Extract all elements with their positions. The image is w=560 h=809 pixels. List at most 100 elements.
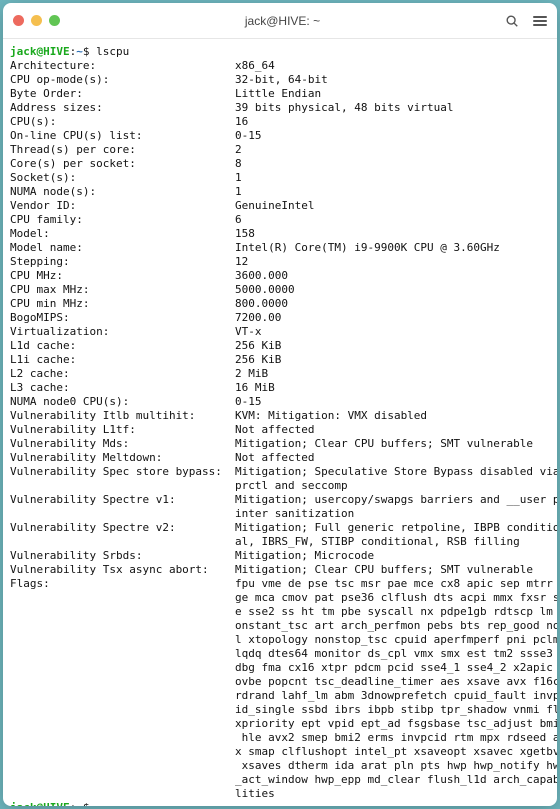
output-label: Byte Order: — [10, 87, 235, 101]
output-line: Vulnerability Tsx async abort:Mitigation… — [10, 563, 550, 577]
output-value: rdrand lahf_lm abm 3dnowprefetch cpuid_f… — [235, 689, 557, 702]
prompt-path: ~ — [76, 45, 83, 58]
output-line: CPU min MHz:800.0000 — [10, 297, 550, 311]
search-icon[interactable] — [505, 14, 519, 28]
output-value: Little Endian — [235, 87, 321, 100]
output-value: GenuineIntel — [235, 199, 314, 212]
output-line: l xtopology nonstop_tsc cpuid aperfmperf… — [10, 633, 550, 647]
prompt-user: jack — [10, 45, 37, 58]
output-label: Virtualization: — [10, 325, 235, 339]
output-label: Address sizes: — [10, 101, 235, 115]
output-line: Virtualization:VT-x — [10, 325, 550, 339]
output-label: Vulnerability Meltdown: — [10, 451, 235, 465]
menu-icon[interactable] — [533, 14, 547, 28]
output-line: CPU max MHz:5000.0000 — [10, 283, 550, 297]
output-value: x86_64 — [235, 59, 275, 72]
output-line: NUMA node0 CPU(s):0-15 — [10, 395, 550, 409]
close-button[interactable] — [13, 15, 24, 26]
output-line: dbg fma cx16 xtpr pdcm pcid sse4_1 sse4_… — [10, 661, 550, 675]
output-value: l xtopology nonstop_tsc cpuid aperfmperf… — [235, 633, 557, 646]
output-value: 5000.0000 — [235, 283, 295, 296]
output-value: e sse2 ss ht tm pbe syscall nx pdpe1gb r… — [235, 605, 557, 618]
maximize-button[interactable] — [49, 15, 60, 26]
output-line: ovbe popcnt tsc_deadline_timer aes xsave… — [10, 675, 550, 689]
titlebar: jack@HIVE: ~ — [3, 3, 557, 39]
output-label: L1d cache: — [10, 339, 235, 353]
output-value: ovbe popcnt tsc_deadline_timer aes xsave… — [235, 675, 557, 688]
output-line: lqdq dtes64 monitor ds_cpl vmx smx est t… — [10, 647, 550, 661]
output-line: x smap clflushopt intel_pt xsaveopt xsav… — [10, 745, 550, 759]
output-line: Thread(s) per core:2 — [10, 143, 550, 157]
output-value: fpu vme de pse tsc msr pae mce cx8 apic … — [235, 577, 557, 590]
output-value: inter sanitization — [235, 507, 354, 520]
output-value: prctl and seccomp — [235, 479, 348, 492]
output-value: al, IBRS_FW, STIBP conditional, RSB fill… — [235, 535, 520, 548]
output-label: Socket(s): — [10, 171, 235, 185]
output-line: Vulnerability Srbds:Mitigation; Microcod… — [10, 549, 550, 563]
output-label: Vulnerability Spectre v1: — [10, 493, 235, 507]
output-line: CPU family:6 — [10, 213, 550, 227]
output-label: Model: — [10, 227, 235, 241]
output-line: BogoMIPS:7200.00 — [10, 311, 550, 325]
output-label: Stepping: — [10, 255, 235, 269]
output-value: Mitigation; Clear CPU buffers; SMT vulne… — [235, 563, 533, 576]
output-value: 2 — [235, 143, 242, 156]
output-label: Vulnerability Tsx async abort: — [10, 563, 235, 577]
output-line: Vulnerability Meltdown:Not affected — [10, 451, 550, 465]
output-line: Vulnerability Spectre v1:Mitigation; use… — [10, 493, 550, 507]
output-value: 7200.00 — [235, 311, 281, 324]
output-label: CPU family: — [10, 213, 235, 227]
output-value: lities — [235, 787, 275, 800]
output-label: CPU(s): — [10, 115, 235, 129]
output-label: L3 cache: — [10, 381, 235, 395]
output-value: 39 bits physical, 48 bits virtual — [235, 101, 454, 114]
output-label: On-line CPU(s) list: — [10, 129, 235, 143]
minimize-button[interactable] — [31, 15, 42, 26]
output-value: x smap clflushopt intel_pt xsaveopt xsav… — [235, 745, 557, 758]
output-line: Socket(s):1 — [10, 171, 550, 185]
output-label: L1i cache: — [10, 353, 235, 367]
output-line: Vendor ID:GenuineIntel — [10, 199, 550, 213]
output-line: Address sizes:39 bits physical, 48 bits … — [10, 101, 550, 115]
output-value: KVM: Mitigation: VMX disabled — [235, 409, 427, 422]
output-value: VT-x — [235, 325, 262, 338]
output-line: Flags:fpu vme de pse tsc msr pae mce cx8… — [10, 577, 550, 591]
output-value: 16 — [235, 115, 248, 128]
output-line: Vulnerability Mds:Mitigation; Clear CPU … — [10, 437, 550, 451]
output-line: xpriority ept vpid ept_ad fsgsbase tsc_a… — [10, 717, 550, 731]
prompt-dollar: $ — [83, 801, 90, 806]
output-value: 8 — [235, 157, 242, 170]
output-value: dbg fma cx16 xtpr pdcm pcid sse4_1 sse4_… — [235, 661, 557, 674]
output-label: NUMA node0 CPU(s): — [10, 395, 235, 409]
output-value: xpriority ept vpid ept_ad fsgsbase tsc_a… — [235, 717, 557, 730]
output-value: id_single ssbd ibrs ibpb stibp tpr_shado… — [235, 703, 557, 716]
output-label: Architecture: — [10, 59, 235, 73]
output-line: _act_window hwp_epp md_clear flush_l1d a… — [10, 773, 550, 787]
output-line: rdrand lahf_lm abm 3dnowprefetch cpuid_f… — [10, 689, 550, 703]
output-line: Vulnerability Itlb multihit:KVM: Mitigat… — [10, 409, 550, 423]
prompt-host: HIVE — [43, 801, 70, 806]
output-value: Mitigation; usercopy/swapgs barriers and… — [235, 493, 557, 506]
terminal-window: jack@HIVE: ~ jack@HIVE:~$ lscpuArchitect… — [3, 3, 557, 806]
output-line: CPU MHz:3600.000 — [10, 269, 550, 283]
output-value: 800.0000 — [235, 297, 288, 310]
output-value: onstant_tsc art arch_perfmon pebs bts re… — [235, 619, 557, 632]
output-label: Vendor ID: — [10, 199, 235, 213]
output-label: Vulnerability Spectre v2: — [10, 521, 235, 535]
output-value: Mitigation; Full generic retpoline, IBPB… — [235, 521, 557, 534]
output-line: L3 cache:16 MiB — [10, 381, 550, 395]
output-label: Vulnerability Srbds: — [10, 549, 235, 563]
output-value: _act_window hwp_epp md_clear flush_l1d a… — [235, 773, 557, 786]
prompt-line: jack@HIVE:~$ — [10, 801, 550, 806]
output-line: Model name:Intel(R) Core(TM) i9-9900K CP… — [10, 241, 550, 255]
output-label: CPU min MHz: — [10, 297, 235, 311]
output-label: Model name: — [10, 241, 235, 255]
output-value: 32-bit, 64-bit — [235, 73, 328, 86]
terminal-body[interactable]: jack@HIVE:~$ lscpuArchitecture:x86_64CPU… — [3, 39, 557, 806]
output-line: Model:158 — [10, 227, 550, 241]
output-line: On-line CPU(s) list:0-15 — [10, 129, 550, 143]
output-line: NUMA node(s):1 — [10, 185, 550, 199]
output-value: 256 KiB — [235, 339, 281, 352]
output-value: 158 — [235, 227, 255, 240]
output-value: 3600.000 — [235, 269, 288, 282]
